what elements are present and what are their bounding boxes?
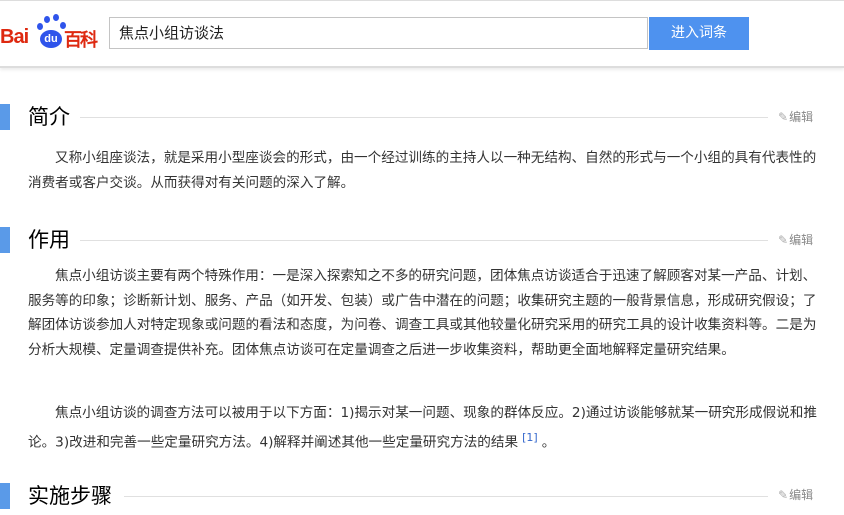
paw-icon xyxy=(53,14,59,21)
pencil-icon: ✎ xyxy=(778,233,789,247)
section-title: 实施步骤 xyxy=(28,484,112,508)
section-marker xyxy=(0,483,10,509)
pencil-icon: ✎ xyxy=(778,110,789,124)
edit-button[interactable]: ✎编辑 xyxy=(778,232,813,248)
paragraph: 焦点小组访谈的调查方法可以被用于以下方面：1)揭示对某一问题、现象的群体反应。2… xyxy=(28,401,818,455)
edit-label: 编辑 xyxy=(789,488,814,502)
section-marker xyxy=(0,227,10,253)
divider xyxy=(124,496,768,497)
section-marker xyxy=(0,104,10,130)
paragraph: 又称小组座谈法，就是采用小型座谈会的形式，由一个经过训练的主持人以一种无结构、自… xyxy=(28,150,817,191)
citation-link[interactable]: [1] xyxy=(522,431,538,444)
logo-bai: Bai xyxy=(0,26,29,48)
paragraph-text: 焦点小组访谈的调查方法可以被用于以下方面：1)揭示对某一问题、现象的群体反应。2… xyxy=(28,405,817,451)
edit-button[interactable]: ✎编辑 xyxy=(778,487,813,503)
divider xyxy=(80,117,768,118)
edit-label: 编辑 xyxy=(789,110,814,124)
divider xyxy=(80,240,768,241)
logo-baike: 百科 xyxy=(64,30,98,51)
section-title: 简介 xyxy=(28,105,70,129)
baidu-baike-logo[interactable]: Bai du 百科 xyxy=(0,14,100,51)
logo-du: du xyxy=(40,30,62,48)
paragraph: 焦点小组访谈主要有两个特殊作用：一是深入探索知之不多的研究问题，团体焦点访谈适合… xyxy=(28,268,817,358)
paw-icon xyxy=(37,23,43,30)
header-bar: Bai du 百科 焦点小组访谈法 进入词条 xyxy=(0,0,844,68)
edit-button[interactable]: ✎编辑 xyxy=(778,109,813,125)
paragraph-end: 。 xyxy=(541,434,556,451)
section-title: 作用 xyxy=(28,228,70,252)
paw-icon xyxy=(44,16,50,23)
top-border xyxy=(0,0,844,1)
enter-entry-button[interactable]: 进入词条 xyxy=(649,17,749,50)
pencil-icon: ✎ xyxy=(778,488,789,502)
search-input[interactable]: 焦点小组访谈法 xyxy=(109,17,648,49)
edit-label: 编辑 xyxy=(789,233,814,247)
